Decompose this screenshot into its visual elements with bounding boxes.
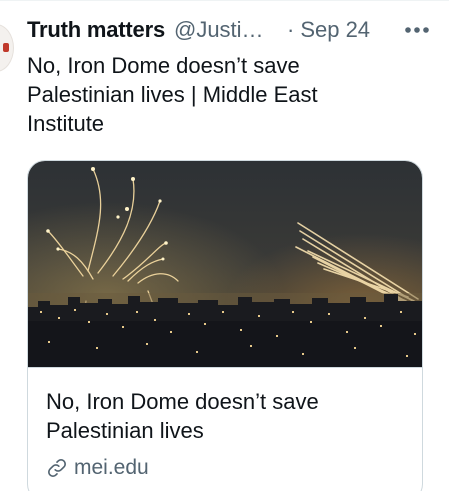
card-divider — [28, 367, 422, 368]
card-image — [28, 161, 422, 367]
link-icon — [46, 457, 68, 479]
avatar[interactable] — [0, 24, 14, 72]
card-title[interactable]: No, Iron Dome doesn’t save Palestinian l… — [46, 387, 406, 445]
more-options-button[interactable] — [397, 17, 437, 43]
link-preview-card[interactable]: No, Iron Dome doesn’t save Palestinian l… — [27, 160, 423, 491]
author-name[interactable]: Truth matters — [27, 17, 165, 43]
header-separator: · — [286, 17, 295, 42]
author-handle[interactable]: @Justi… — [174, 17, 273, 43]
avatar-mark — [3, 43, 9, 52]
tweet-text: No, Iron Dome doesn’t save Palestinian l… — [27, 53, 318, 136]
tweet-view: Truth matters @Justi… · Sep 24 No, Iron … — [0, 0, 449, 491]
tweet-date[interactable]: Sep 24 — [300, 17, 370, 43]
top-divider — [0, 0, 449, 1]
tweet-header: Truth matters @Justi… · Sep 24 — [27, 13, 439, 47]
card-domain[interactable]: mei.edu — [74, 456, 149, 480]
card-link-row[interactable]: mei.edu — [46, 454, 149, 482]
more-horizontal-icon — [405, 27, 429, 33]
